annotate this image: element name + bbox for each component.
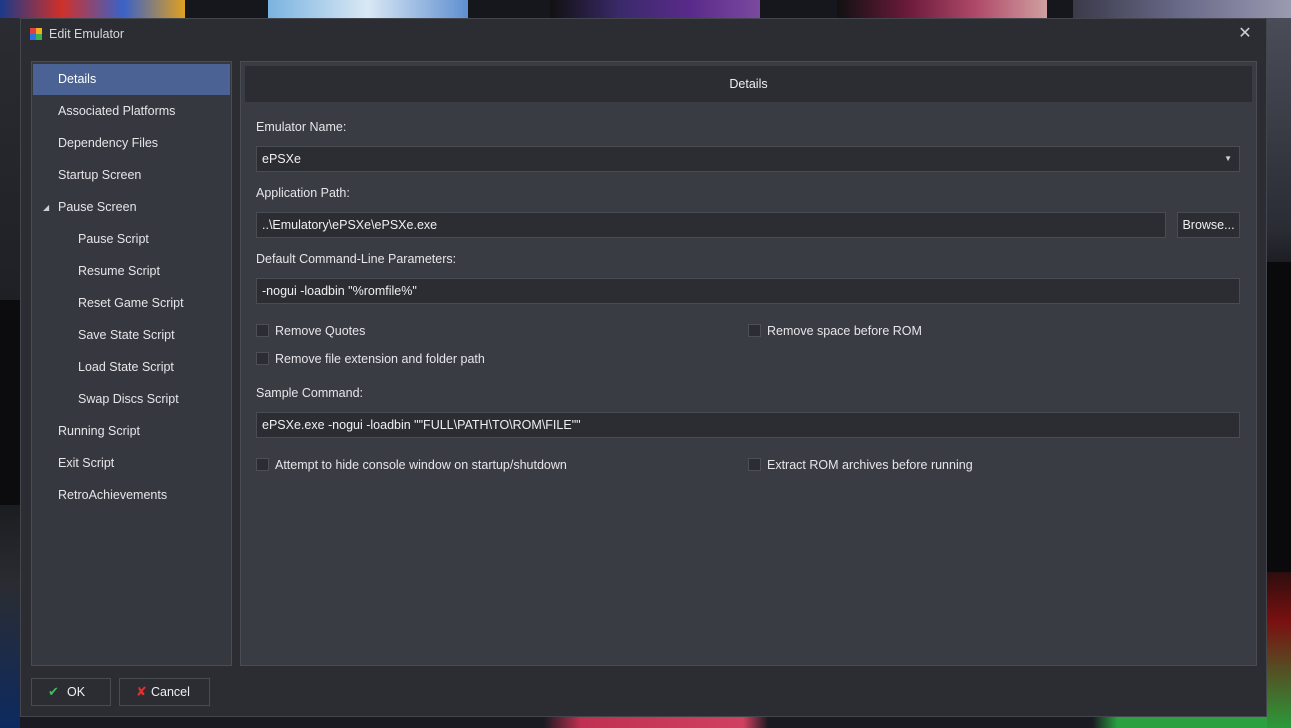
nav-item-label: Exit Script	[58, 456, 115, 470]
cancel-button[interactable]: ✘ Cancel	[119, 678, 210, 706]
close-button[interactable]: ✕	[1236, 25, 1254, 43]
expand-triangle-icon[interactable]: ◢	[43, 192, 49, 223]
nav-item-label: Pause Script	[78, 232, 149, 246]
nav-item-startup-screen[interactable]: Startup Screen	[33, 160, 230, 191]
nav-item-label: Save State Script	[78, 328, 175, 342]
nav-item-label: Swap Discs Script	[78, 392, 179, 406]
nav-item-exit-script[interactable]: Exit Script	[33, 448, 230, 479]
chevron-down-icon[interactable]: ▼	[1224, 147, 1232, 171]
checkbox-box[interactable]	[748, 324, 761, 337]
nav-item-retroachievements[interactable]: RetroAchievements	[33, 480, 230, 511]
nav-item-label: Dependency Files	[58, 136, 159, 150]
nav-item-load-state-script[interactable]: Load State Script	[33, 352, 230, 383]
checkbox-label: Remove Quotes	[275, 324, 366, 338]
checkbox-label: Attempt to hide console window on startu…	[275, 458, 567, 472]
nav-item-pause-screen[interactable]: ◢ Pause Screen	[33, 192, 230, 223]
nav-item-label: Resume Script	[78, 264, 160, 278]
background-cover-5	[1073, 0, 1291, 18]
checkmark-icon: ✔	[48, 684, 59, 699]
nav-item-resume-script[interactable]: Resume Script	[33, 256, 230, 287]
nav-item-pause-script[interactable]: Pause Script	[33, 224, 230, 255]
background-cover-2	[268, 0, 468, 18]
ok-button[interactable]: ✔ OK	[31, 678, 111, 706]
checkbox-label: Remove space before ROM	[767, 324, 922, 338]
ok-label: OK	[67, 685, 86, 699]
application-path-label: Application Path:	[256, 186, 350, 200]
section-header: Details	[245, 66, 1252, 102]
settings-nav: Details Associated Platforms Dependency …	[31, 61, 232, 666]
nav-item-label: Pause Screen	[58, 200, 137, 214]
nav-item-label: Load State Script	[78, 360, 174, 374]
nav-item-dependency-files[interactable]: Dependency Files	[33, 128, 230, 159]
title-bar: Edit Emulator ✕	[21, 19, 1266, 49]
nav-item-label: Details	[58, 72, 97, 86]
background-cover-1	[0, 0, 185, 18]
x-icon: ✘	[136, 684, 147, 699]
application-path-input[interactable]: ..\Emulatory\ePSXe\ePSXe.exe	[256, 212, 1166, 238]
emulator-name-combobox[interactable]: ePSXe ▼	[256, 146, 1240, 172]
checkbox-label: Extract ROM archives before running	[767, 458, 973, 472]
nav-item-associated-platforms[interactable]: Associated Platforms	[33, 96, 230, 127]
background-bottom-strip	[20, 717, 1267, 728]
emulator-name-value: ePSXe	[262, 152, 301, 166]
nav-item-label: Running Script	[58, 424, 140, 438]
background-right-case	[1267, 262, 1291, 572]
cancel-label: Cancel	[151, 685, 190, 699]
checkbox-label: Remove file extension and folder path	[275, 352, 485, 366]
checkbox-box[interactable]	[748, 458, 761, 471]
nav-item-label: Associated Platforms	[58, 104, 176, 118]
nav-item-reset-game-script[interactable]: Reset Game Script	[33, 288, 230, 319]
command-line-input[interactable]: -nogui -loadbin "%romfile%"	[256, 278, 1240, 304]
command-line-label: Default Command-Line Parameters:	[256, 252, 457, 266]
checkbox-box[interactable]	[256, 352, 269, 365]
details-panel: Details Emulator Name: ePSXe ▼ Applicati…	[240, 61, 1257, 666]
emulator-name-label: Emulator Name:	[256, 120, 347, 134]
background-cover-3	[550, 0, 760, 18]
background-cover-4	[837, 0, 1047, 18]
nav-item-details[interactable]: Details	[33, 64, 230, 95]
sample-command-label: Sample Command:	[256, 386, 363, 400]
background-left-case	[0, 300, 21, 505]
nav-item-label: RetroAchievements	[58, 488, 168, 502]
window-title: Edit Emulator	[49, 27, 125, 41]
nav-item-label: Reset Game Script	[78, 296, 184, 310]
nav-item-label: Startup Screen	[58, 168, 142, 182]
nav-item-swap-discs-script[interactable]: Swap Discs Script	[33, 384, 230, 415]
app-icon	[30, 28, 42, 40]
browse-button[interactable]: Browse...	[1177, 212, 1240, 238]
nav-item-save-state-script[interactable]: Save State Script	[33, 320, 230, 351]
sample-command-field[interactable]: ePSXe.exe -nogui -loadbin ""FULL\PATH\TO…	[256, 412, 1240, 438]
nav-item-running-script[interactable]: Running Script	[33, 416, 230, 447]
checkbox-box[interactable]	[256, 324, 269, 337]
checkbox-box[interactable]	[256, 458, 269, 471]
close-icon: ✕	[1238, 25, 1252, 42]
edit-emulator-dialog: Edit Emulator ✕ Details Associated Platf…	[20, 18, 1267, 717]
